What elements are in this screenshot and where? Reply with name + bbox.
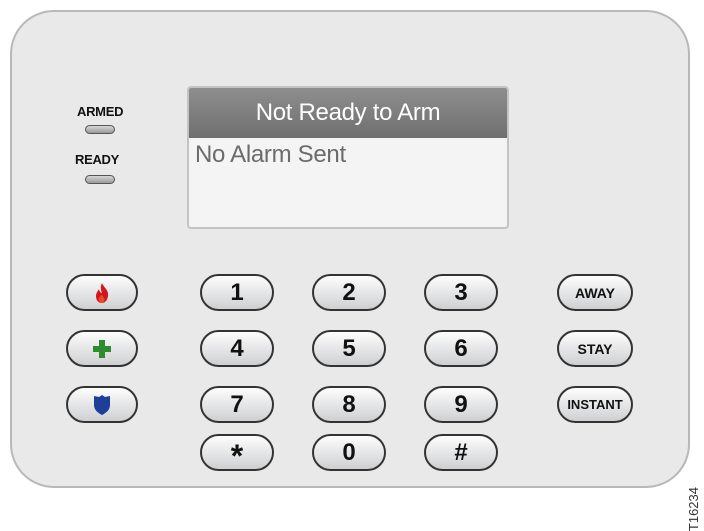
- key-9[interactable]: 9: [424, 386, 498, 423]
- key-hash[interactable]: #: [424, 434, 498, 471]
- key-star[interactable]: *: [200, 434, 274, 474]
- key-0[interactable]: 0: [312, 434, 386, 471]
- fire-button[interactable]: [66, 274, 138, 311]
- armed-led: [85, 125, 115, 134]
- fire-icon: [96, 282, 109, 303]
- key-4[interactable]: 4: [200, 330, 274, 367]
- armed-label: ARMED: [77, 104, 124, 119]
- police-shield-icon: [94, 394, 110, 415]
- key-5[interactable]: 5: [312, 330, 386, 367]
- key-6[interactable]: 6: [424, 330, 498, 367]
- key-8[interactable]: 8: [312, 386, 386, 423]
- display-message-line: No Alarm Sent: [195, 141, 346, 168]
- key-1[interactable]: 1: [200, 274, 274, 311]
- medical-button[interactable]: [66, 330, 138, 367]
- ready-label: READY: [75, 152, 120, 167]
- ready-led: [85, 175, 115, 184]
- key-2[interactable]: 2: [312, 274, 386, 311]
- key-7[interactable]: 7: [200, 386, 274, 423]
- figure-id-label: T16234: [686, 487, 701, 531]
- lcd-display: Not Ready to Arm No Alarm Sent: [187, 86, 509, 229]
- display-status-header: Not Ready to Arm: [189, 88, 507, 138]
- instant-button[interactable]: INSTANT: [557, 386, 633, 423]
- stay-button[interactable]: STAY: [557, 330, 633, 367]
- police-button[interactable]: [66, 386, 138, 423]
- away-button[interactable]: AWAY: [557, 274, 633, 311]
- key-3[interactable]: 3: [424, 274, 498, 311]
- medical-cross-icon: [93, 339, 111, 358]
